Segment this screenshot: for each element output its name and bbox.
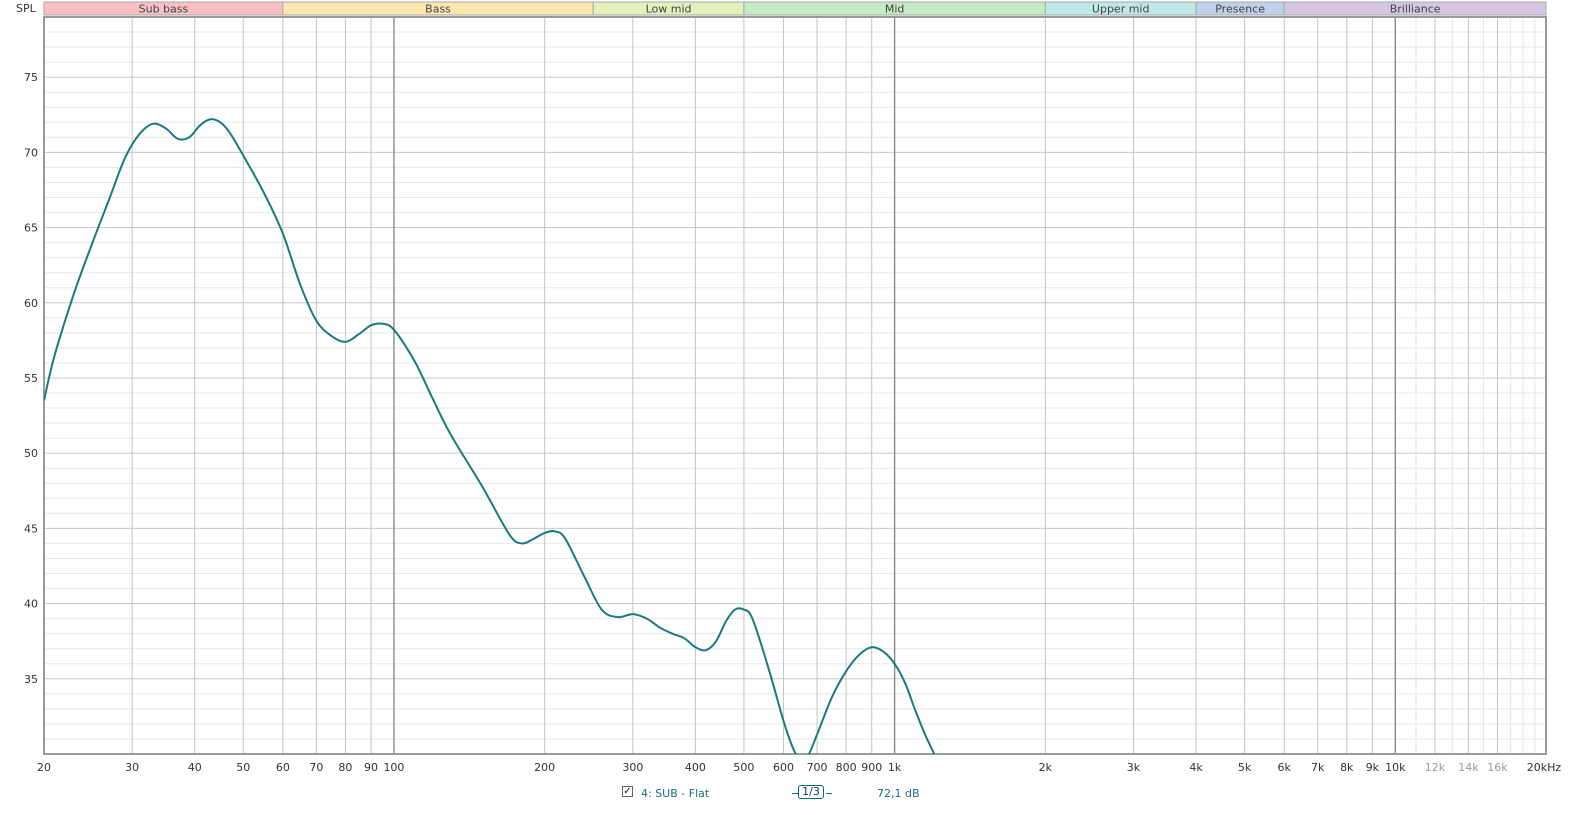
band-label-3: Mid — [885, 3, 905, 16]
x-tick-label-3: 50 — [236, 761, 250, 774]
x-tick-label-7: 90 — [364, 761, 378, 774]
x-tick-label-24: 8k — [1340, 761, 1354, 774]
series-label[interactable]: 4: SUB - Flat — [641, 787, 709, 800]
check-mark-icon: ✓ — [623, 785, 632, 797]
x-tick-label-10: 300 — [622, 761, 643, 774]
y-tick-label-7: 70 — [24, 146, 38, 159]
x-tick-label-6: 80 — [338, 761, 352, 774]
x-tick-label-19: 3k — [1127, 761, 1141, 774]
band-label-4: Upper mid — [1092, 3, 1150, 16]
x-tick-label-21: 5k — [1238, 761, 1252, 774]
y-axis-title: SPL — [16, 2, 37, 15]
x-tick-label-17: 1k — [888, 761, 902, 774]
band-label-1: Bass — [425, 3, 451, 16]
y-tick-label-3: 50 — [24, 447, 38, 460]
y-tick-label-4: 55 — [24, 372, 38, 385]
x-tick-label-26: 10k — [1385, 761, 1406, 774]
band-label-6: Brilliance — [1390, 3, 1441, 16]
x-tick-label-8: 100 — [383, 761, 404, 774]
x-tick-label-30: 20kHz — [1527, 761, 1562, 774]
y-tick-label-6: 65 — [24, 222, 38, 235]
x-tick-label-12: 500 — [733, 761, 754, 774]
legend-row: ✓ 4: SUB - Flat 1/3 72,1 dB — [0, 784, 1583, 806]
smoothing-value: 1/3 — [798, 785, 824, 799]
y-tick-label-8: 75 — [24, 71, 38, 84]
cursor-value-readout: 72,1 dB — [877, 787, 920, 800]
band-label-2: Low mid — [646, 3, 692, 16]
x-tick-label-14: 700 — [807, 761, 828, 774]
x-tick-label-18: 2k — [1039, 761, 1053, 774]
x-tick-label-2: 40 — [188, 761, 202, 774]
x-tick-label-13: 600 — [773, 761, 794, 774]
y-tick-label-1: 40 — [24, 598, 38, 611]
x-tick-label-28: 14k — [1458, 761, 1479, 774]
spl-chart[interactable]: SPL Sub bass Bass Low mid Mid Upper mid Presen… — [0, 0, 1583, 780]
y-tick-label-2: 45 — [24, 522, 38, 535]
x-tick-label-4: 60 — [276, 761, 290, 774]
x-tick-label-11: 400 — [685, 761, 706, 774]
x-tick-label-1: 30 — [125, 761, 139, 774]
x-tick-label-27: 12k — [1425, 761, 1446, 774]
x-tick-label-29: 16k — [1487, 761, 1508, 774]
rew-spl-graph: SPL Sub bass Bass Low mid Mid Upper mid Presen… — [0, 0, 1583, 815]
x-tick-label-22: 6k — [1278, 761, 1292, 774]
band-label-5: Presence — [1215, 3, 1265, 16]
x-tick-label-16: 900 — [861, 761, 882, 774]
trace-swatch-right — [826, 793, 832, 794]
y-tick-label-5: 60 — [24, 297, 38, 310]
x-tick-label-9: 200 — [534, 761, 555, 774]
x-tick-label-15: 800 — [836, 761, 857, 774]
series-visibility-checkbox[interactable]: ✓ — [622, 786, 633, 797]
x-tick-label-23: 7k — [1311, 761, 1325, 774]
x-tick-label-20: 4k — [1189, 761, 1203, 774]
x-tick-label-25: 9k — [1366, 761, 1380, 774]
x-tick-label-0: 20 — [37, 761, 51, 774]
smoothing-selector[interactable]: 1/3 — [792, 784, 832, 802]
band-label-0: Sub bass — [139, 3, 189, 16]
plot-area[interactable] — [44, 17, 1546, 754]
x-tick-label-5: 70 — [309, 761, 323, 774]
y-tick-label-0: 35 — [24, 673, 38, 686]
